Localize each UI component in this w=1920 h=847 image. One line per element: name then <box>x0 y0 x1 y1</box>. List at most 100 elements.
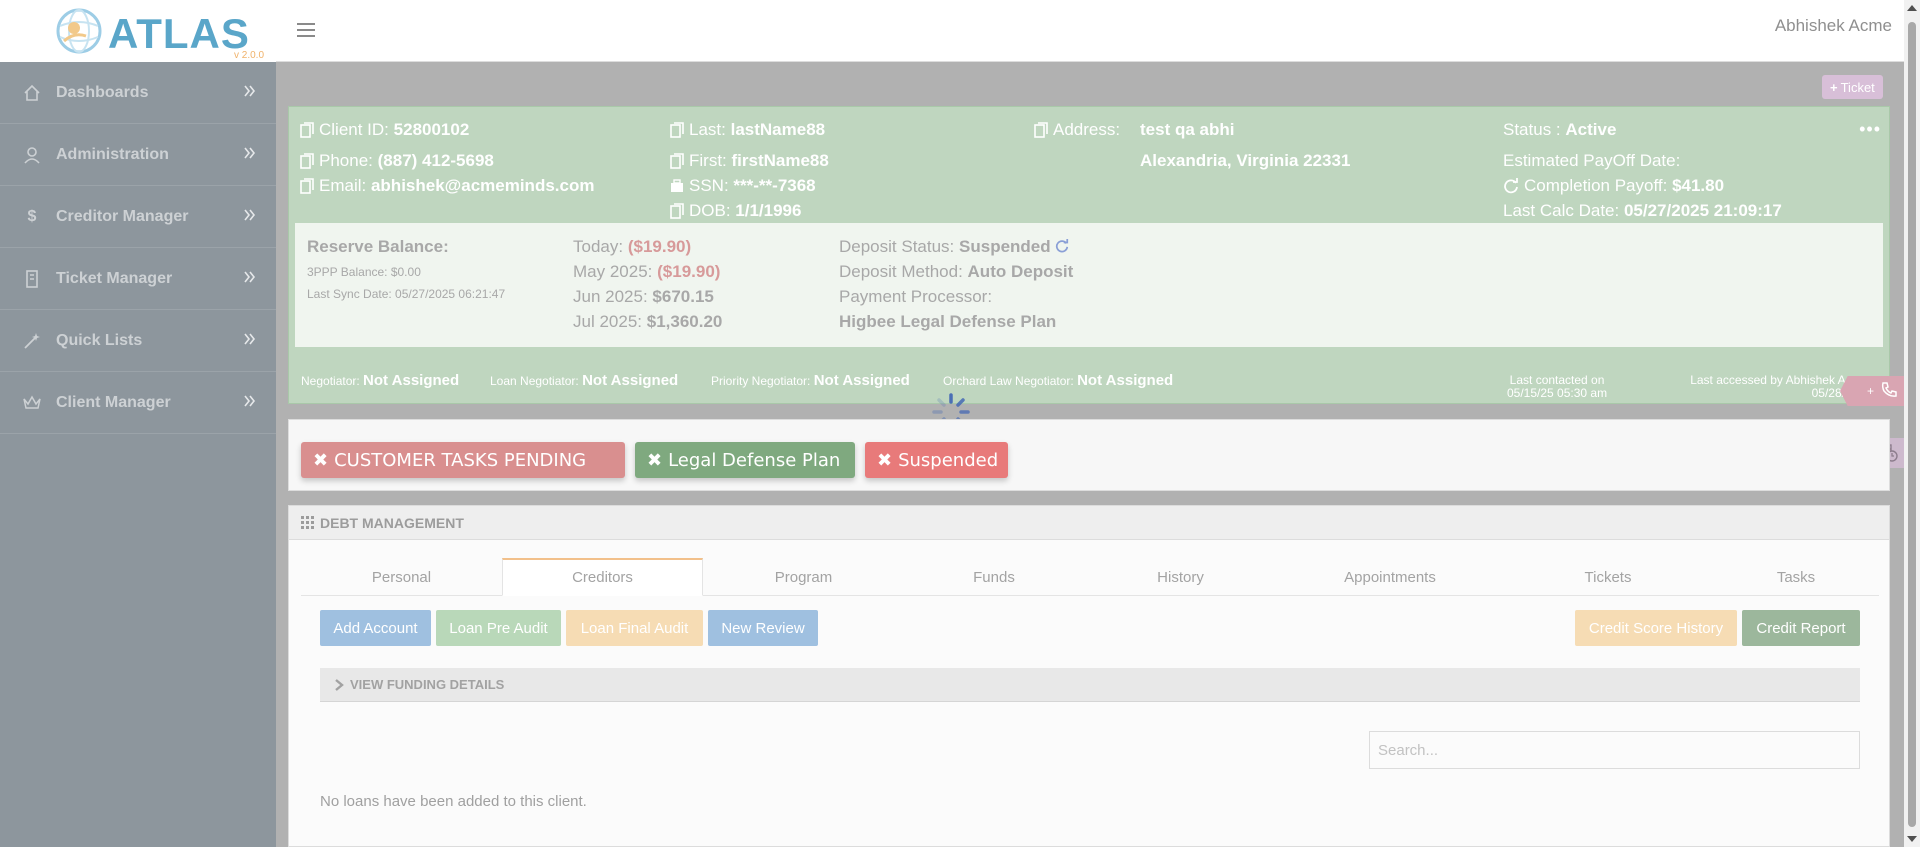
customer-tasks-pending-button[interactable]: ✖ CUSTOMER TASKS PENDING <box>301 442 625 478</box>
debt-management-title: DEBT MANAGEMENT <box>320 514 464 531</box>
scroll-up-arrow-icon[interactable] <box>1907 5 1917 11</box>
logo-globe-icon <box>56 8 102 54</box>
double-chevron-right-icon <box>244 146 256 164</box>
email-label: Email: <box>319 176 367 195</box>
first-name-value: firstName88 <box>731 151 829 170</box>
more-options-icon[interactable]: ••• <box>1859 119 1881 140</box>
debt-tabs: Personal Creditors Program Funds History… <box>301 558 1879 596</box>
chevron-right-icon <box>334 678 344 691</box>
scroll-down-arrow-icon[interactable] <box>1907 836 1917 842</box>
completion-payoff-row: Completion Payoff: $41.80 <box>1503 176 1724 196</box>
copy-icon[interactable] <box>670 122 684 138</box>
sidebar-item-label: Ticket Manager <box>56 269 173 287</box>
double-chevron-right-icon <box>244 394 256 412</box>
first-name-label: First: <box>689 151 727 170</box>
sidebar-item-label: Administration <box>56 145 169 163</box>
last-calc-label: Last Calc Date: <box>1503 201 1620 220</box>
tab-tickets[interactable]: Tickets <box>1503 558 1713 596</box>
tab-funds[interactable]: Funds <box>904 558 1084 596</box>
phone-icon <box>1880 381 1898 402</box>
copy-icon[interactable] <box>300 178 314 194</box>
status-button-label: Suspended <box>898 449 999 471</box>
home-icon <box>20 84 44 102</box>
copy-icon[interactable] <box>670 153 684 169</box>
first-name-row: First: firstName88 <box>670 151 829 171</box>
email-row: Email: abhishek@acmeminds.com <box>300 176 594 196</box>
main-content: + Ticket ••• Client ID: 52800102 Phone: … <box>276 62 1904 847</box>
address-row: Address: <box>1034 120 1120 140</box>
payoff-date-label: Estimated PayOff Date: <box>1503 151 1681 170</box>
double-chevron-right-icon <box>244 270 256 288</box>
copy-icon[interactable] <box>670 203 684 219</box>
sidebar-item-ticket-manager[interactable]: Ticket Manager <box>0 248 276 310</box>
close-icon: ✖ <box>877 449 893 471</box>
legal-defense-plan-button[interactable]: ✖ Legal Defense Plan <box>635 442 855 478</box>
deposit-refresh-icon[interactable] <box>1055 238 1069 258</box>
sidebar-item-dashboards[interactable]: Dashboards <box>0 62 276 124</box>
sidebar-item-label: Quick Lists <box>56 331 143 349</box>
payment-processor-value: Higbee Legal Defense Plan <box>839 312 1057 331</box>
tab-personal[interactable]: Personal <box>301 558 502 596</box>
sidebar-item-client-manager[interactable]: Client Manager <box>0 372 276 434</box>
credit-report-button[interactable]: Credit Report <box>1742 610 1860 646</box>
status-buttons-bar: ✖ CUSTOMER TASKS PENDING ✖ Legal Defense… <box>288 419 1890 491</box>
dob-value: 1/1/1996 <box>735 201 802 220</box>
double-chevron-right-icon <box>244 332 256 350</box>
last-calc-row: Last Calc Date: 05/27/2025 21:09:17 <box>1503 201 1782 221</box>
client-id-row: Client ID: 52800102 <box>300 120 469 140</box>
double-chevron-right-icon <box>244 208 256 226</box>
copy-icon[interactable] <box>300 153 314 169</box>
phone-row: Phone: (887) 412-5698 <box>300 151 494 171</box>
user-icon <box>20 146 44 164</box>
sidebar-item-label: Dashboards <box>56 83 149 101</box>
address-line1: test qa abhi <box>1140 120 1235 139</box>
status-button-label: CUSTOMER TASKS PENDING <box>334 449 587 471</box>
last-calc-value: 05/27/2025 21:09:17 <box>1623 201 1782 220</box>
call-side-tab[interactable]: + <box>1840 376 1904 406</box>
hamburger-menu-icon[interactable] <box>296 21 316 42</box>
close-icon: ✖ <box>313 449 329 471</box>
refresh-icon[interactable] <box>1503 178 1519 194</box>
reserve-balance-label: Reserve Balance: <box>307 237 449 256</box>
user-name[interactable]: Abhishek Acme <box>1775 16 1892 36</box>
tab-program[interactable]: Program <box>703 558 904 596</box>
sidebar-item-quick-lists[interactable]: Quick Lists <box>0 310 276 372</box>
suspended-button[interactable]: ✖ Suspended <box>865 442 1008 478</box>
address-label: Address: <box>1053 120 1121 139</box>
loan-pre-audit-button[interactable]: Loan Pre Audit <box>436 610 561 646</box>
balance-box: Reserve Balance: 3PPP Balance: $0.00 Las… <box>295 223 1883 347</box>
deposit-method: Deposit Method: Auto Deposit <box>839 262 1074 281</box>
tab-appointments[interactable]: Appointments <box>1277 558 1503 596</box>
view-funding-details-toggle[interactable]: VIEW FUNDING DETAILS <box>320 668 1860 702</box>
scrollbar-thumb[interactable] <box>1908 22 1916 827</box>
sidebar-item-creditor-manager[interactable]: $ Creditor Manager <box>0 186 276 248</box>
debt-management-header: DEBT MANAGEMENT <box>289 506 1889 540</box>
address-line2: Alexandria, Virginia 22331 <box>1140 151 1351 170</box>
credit-score-history-button[interactable]: Credit Score History <box>1575 610 1737 646</box>
sidebar-item-administration[interactable]: Administration <box>0 124 276 186</box>
today-balance: Today: ($19.90) <box>573 237 692 256</box>
ssn-row: SSN: ***-**-7368 <box>670 176 816 196</box>
ppp-balance: 3PPP Balance: $0.00 <box>307 265 421 279</box>
tab-creditors[interactable]: Creditors <box>502 558 703 596</box>
add-ticket-button[interactable]: + Ticket <box>1822 75 1883 99</box>
priority-negotiator: Priority Negotiator: Not Assigned <box>711 372 910 389</box>
client-info-panel: ••• Client ID: 52800102 Phone: (887) 412… <box>288 106 1890 404</box>
tab-tasks[interactable]: Tasks <box>1713 558 1879 596</box>
last-name-value: lastName88 <box>730 120 826 139</box>
status-button-label: Legal Defense Plan <box>668 449 841 471</box>
phone-label: Phone: <box>319 151 373 170</box>
payoff-date-row: Estimated PayOff Date: <box>1503 151 1680 171</box>
copy-icon[interactable] <box>300 122 314 138</box>
briefcase-icon[interactable] <box>670 179 684 193</box>
add-account-button[interactable]: Add Account <box>320 610 431 646</box>
loan-final-audit-button[interactable]: Loan Final Audit <box>566 610 703 646</box>
new-review-button[interactable]: New Review <box>708 610 818 646</box>
deposit-status: Deposit Status: Suspended <box>839 237 1069 258</box>
copy-icon[interactable] <box>1034 122 1048 138</box>
page-scrollbar[interactable] <box>1904 0 1920 847</box>
tab-history[interactable]: History <box>1084 558 1277 596</box>
dob-label: DOB: <box>689 201 731 220</box>
phone-value: (887) 412-5698 <box>377 151 494 170</box>
search-input[interactable] <box>1369 731 1860 769</box>
